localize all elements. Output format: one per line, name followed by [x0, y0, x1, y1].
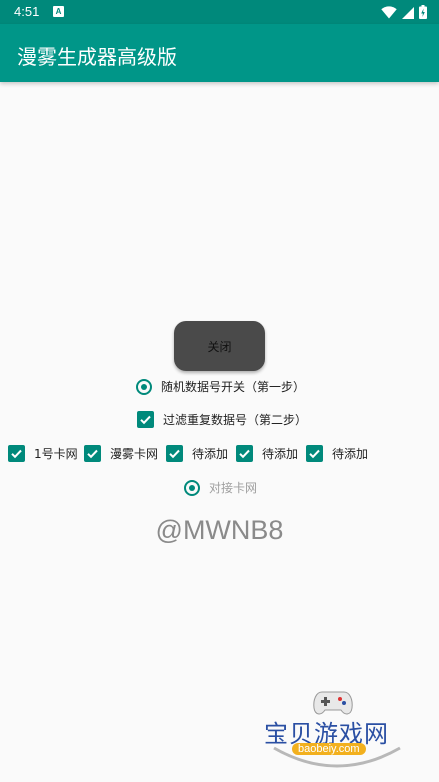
card-option-2[interactable]: 漫雾卡网: [84, 445, 158, 462]
watermark-logo: 宝贝游戏网 baobeiy.com: [262, 688, 412, 778]
card-option-3[interactable]: 待添加: [166, 445, 228, 462]
status-icons: [381, 4, 427, 20]
card-option-label: 待添加: [262, 447, 299, 461]
card-option-4[interactable]: 待添加: [236, 445, 298, 462]
checkbox-checked-icon[interactable]: [166, 445, 183, 462]
card-option-label: 漫雾卡网: [110, 447, 159, 461]
connect-radio-label: 对接卡网: [209, 481, 258, 495]
wifi-icon: [381, 5, 397, 18]
status-time: 4:51: [14, 4, 40, 19]
card-option-label: 待添加: [332, 447, 369, 461]
checkbox-checked-icon[interactable]: [84, 445, 101, 462]
card-option-label: 1号卡网: [34, 447, 78, 461]
checkbox-checked-icon[interactable]: [306, 445, 323, 462]
author-handle: @MWNB8: [155, 515, 284, 545]
swoosh-icon: [273, 746, 401, 768]
checkbox-checked-icon[interactable]: [137, 411, 154, 428]
step1-radio-label: 随机数据号开关（第一步）: [161, 380, 306, 394]
checkbox-checked-icon[interactable]: [236, 445, 253, 462]
card-option-5[interactable]: 待添加: [306, 445, 368, 462]
signal-icon: [402, 6, 414, 19]
connect-radio-row[interactable]: 对接卡网: [184, 479, 257, 496]
radio-selected-icon[interactable]: [136, 378, 152, 395]
step2-checkbox-label: 过滤重复数据号（第二步）: [163, 413, 308, 427]
status-bar: 4:51 A: [0, 0, 439, 24]
app-title: 漫雾生成器高级版: [17, 45, 177, 69]
radio-selected-icon[interactable]: [184, 479, 200, 496]
checkbox-checked-icon[interactable]: [8, 445, 25, 462]
notification-icon: A: [53, 6, 64, 17]
card-option-label: 待添加: [192, 447, 229, 461]
card-option-1[interactable]: 1号卡网: [8, 445, 78, 462]
close-button[interactable]: 关闭: [174, 321, 265, 371]
battery-icon: [419, 5, 427, 19]
app-bar: 漫雾生成器高级版: [0, 24, 439, 82]
step1-radio-row[interactable]: 随机数据号开关（第一步）: [136, 378, 305, 395]
step2-checkbox-row[interactable]: 过滤重复数据号（第二步）: [137, 411, 307, 428]
